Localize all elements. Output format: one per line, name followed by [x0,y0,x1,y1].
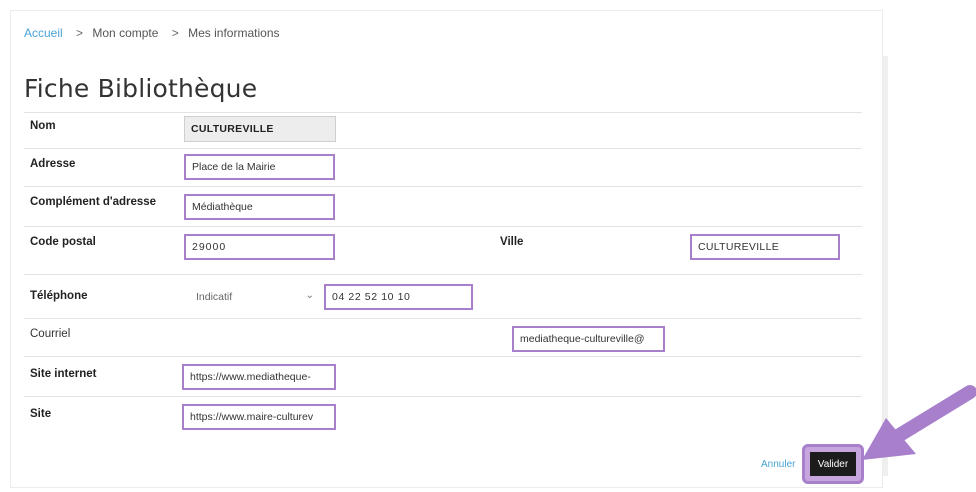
code-postal-input[interactable]: 29000 [184,234,335,260]
courriel-label: Courriel [30,328,71,340]
breadcrumb-account[interactable]: Mon compte [92,26,158,40]
row-code-postal [24,226,862,227]
breadcrumb-current: Mes informations [188,26,280,40]
arrow-icon [862,385,976,460]
page-title: Fiche Bibliothèque [24,74,258,103]
nom-field: CULTUREVILLE [184,116,336,142]
row-site-internet [24,356,862,357]
row-site [24,396,862,397]
indicatif-value: Indicatif [196,291,233,303]
site-internet-input[interactable]: https://www.mediatheque- [182,364,336,390]
adresse-label: Adresse [30,158,76,170]
adresse-input[interactable]: Place de la Mairie [184,154,335,180]
telephone-label: Téléphone [30,290,88,302]
site-input[interactable]: https://www.maire-culturev [182,404,336,430]
courriel-input[interactable]: mediatheque-cultureville@ [512,326,665,352]
complement-input[interactable]: Médiathèque [184,194,335,220]
site-label: Site [30,408,52,420]
row-nom [24,112,862,113]
row-complement [24,186,862,187]
nom-label: Nom [30,120,56,132]
ville-input[interactable]: CULTUREVILLE [690,234,840,260]
row-courriel [24,318,862,319]
validate-button[interactable]: Valider [810,452,856,476]
breadcrumb: Accueil > Mon compte > Mes informations [24,26,280,40]
row-adresse [24,148,862,149]
code-postal-label: Code postal [30,236,96,248]
cancel-button[interactable]: Annuler [761,459,795,470]
site-internet-label: Site internet [30,368,97,380]
breadcrumb-separator: > [171,26,179,40]
indicatif-select[interactable]: Indicatif ⌄ [184,284,320,310]
complement-label: Complément d'adresse [30,196,157,208]
chevron-down-icon: ⌄ [305,290,314,301]
row-telephone [24,274,862,275]
telephone-input[interactable]: 04 22 52 10 10 [324,284,473,310]
breadcrumb-home-link[interactable]: Accueil [24,26,63,40]
breadcrumb-separator: > [76,26,84,40]
ville-label: Ville [500,236,524,248]
